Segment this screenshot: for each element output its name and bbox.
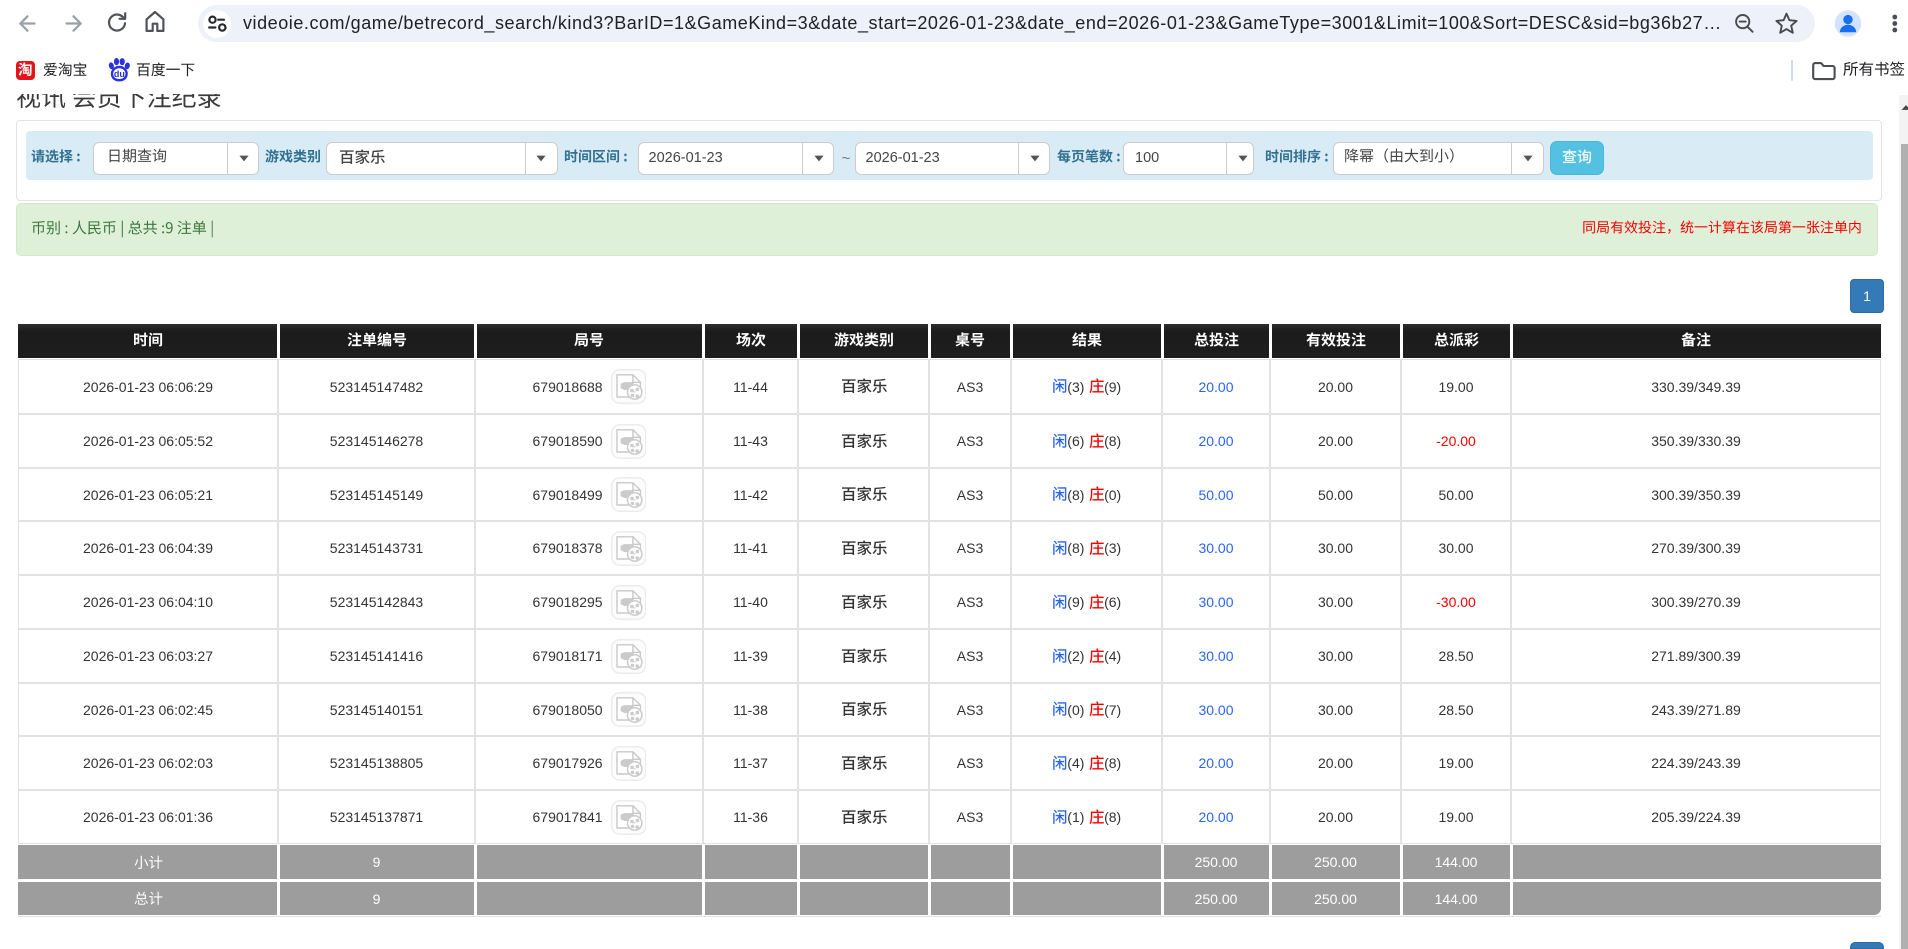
svg-text:du: du	[114, 69, 125, 79]
